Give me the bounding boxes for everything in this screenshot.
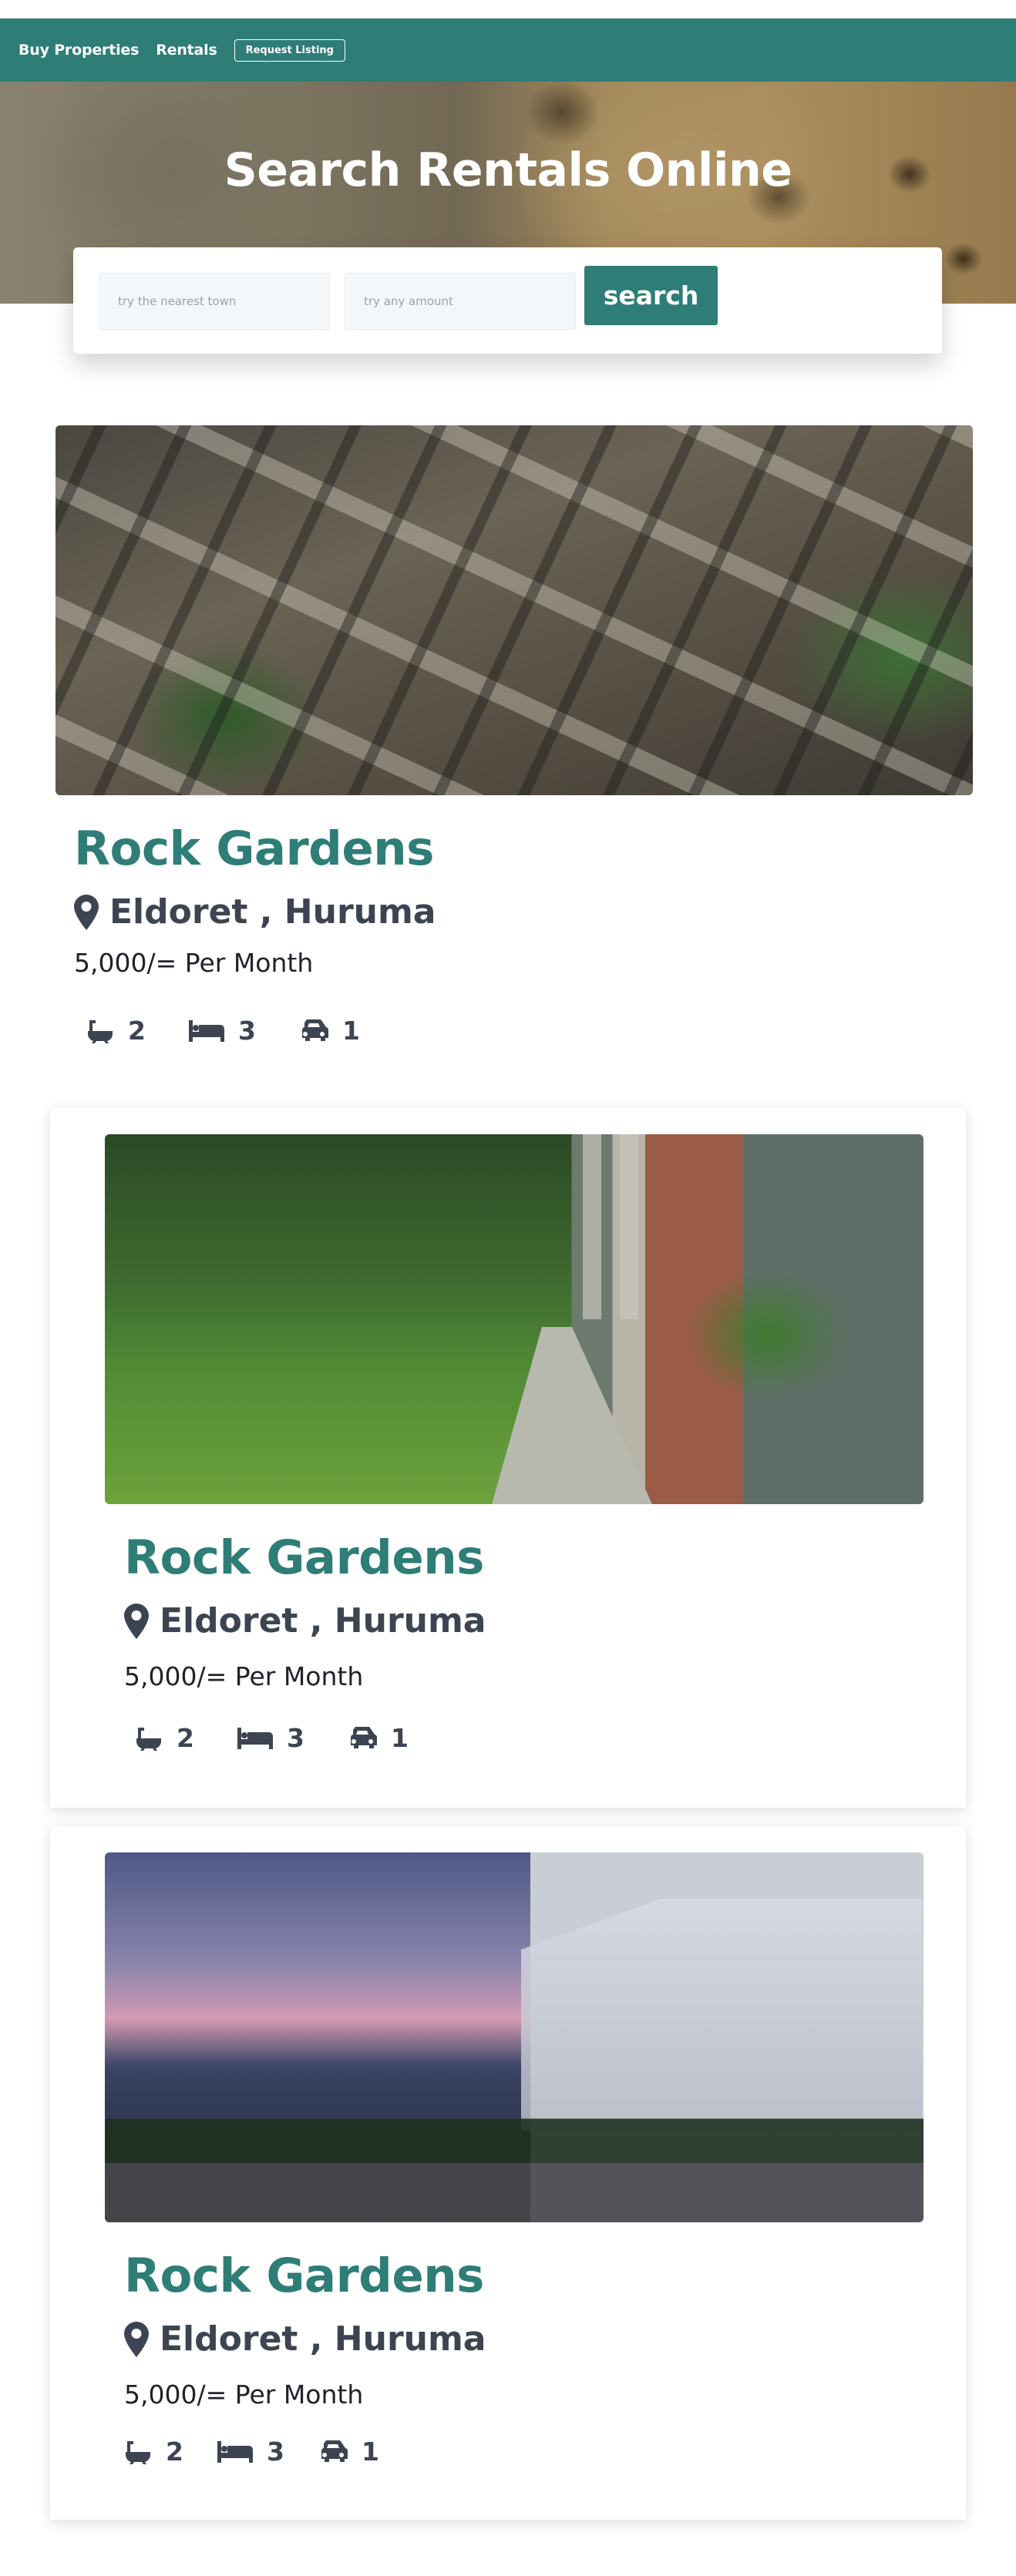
parking-count: 1 [341, 1016, 360, 1046]
listing-title[interactable]: Rock Gardens [124, 1530, 484, 1585]
amount-search-input[interactable] [345, 273, 576, 330]
listing-card[interactable]: Rock Gardens Eldoret , Huruma 5,000/= Pe… [50, 1826, 966, 2520]
beds-count: 3 [237, 1016, 256, 1046]
parking-count: 1 [361, 2437, 379, 2467]
listing-card[interactable]: Rock Gardens Eldoret , Huruma 5,000/= Pe… [50, 1108, 966, 1808]
baths-amenity: 2 [135, 1723, 194, 1753]
nav-rentals[interactable]: Rentals [156, 42, 217, 59]
car-icon [350, 1726, 377, 1748]
listing-image[interactable] [105, 1852, 923, 2222]
parking-count: 1 [390, 1723, 409, 1753]
request-listing-button[interactable]: Request Listing [234, 39, 345, 62]
location-text: Eldoret , Huruma [160, 2319, 486, 2359]
location-text: Eldoret , Huruma [109, 892, 436, 932]
search-card: search [73, 247, 942, 354]
amenities-row: 2 3 1 [135, 1723, 452, 1753]
garden-path-shape [492, 1327, 652, 1504]
listing-location: Eldoret , Huruma [74, 892, 436, 932]
beds-amenity: 3 [188, 1016, 256, 1046]
bed-icon [217, 2440, 253, 2463]
bath-icon [126, 2440, 150, 2464]
beds-count: 3 [286, 1723, 304, 1753]
bath-icon [88, 1019, 113, 1043]
baths-amenity: 2 [124, 2437, 183, 2467]
baths-count: 2 [177, 1723, 194, 1753]
parking-amenity: 1 [318, 2437, 379, 2467]
car-icon [321, 2440, 348, 2462]
listing-card[interactable]: Rock Gardens Eldoret , Huruma 5,000/= Pe… [31, 399, 987, 1077]
navbar: Buy Properties Rentals Request Listing [0, 18, 1016, 82]
listing-title[interactable]: Rock Gardens [74, 821, 434, 876]
listing-image[interactable] [56, 425, 973, 795]
listing-title[interactable]: Rock Gardens [124, 2249, 484, 2303]
parking-amenity: 1 [348, 1723, 409, 1753]
listing-location: Eldoret , Huruma [124, 1601, 486, 1641]
baths-count: 2 [166, 2437, 183, 2467]
house-pillars-shape [583, 1134, 675, 1319]
parking-amenity: 1 [299, 1016, 360, 1046]
listing-price: 5,000/= Per Month [124, 2380, 364, 2410]
listing-price: 5,000/= Per Month [74, 948, 314, 978]
street-overlay [105, 1852, 923, 2222]
top-strip [0, 0, 1016, 18]
map-marker-icon [124, 1603, 149, 1639]
amenities-row: 2 3 1 [86, 1016, 403, 1046]
map-marker-icon [124, 2321, 149, 2357]
baths-count: 2 [128, 1016, 146, 1046]
bed-icon [237, 1727, 273, 1749]
amenities-row: 2 3 1 [124, 2437, 422, 2467]
beds-amenity: 3 [217, 2437, 284, 2467]
nav-buy-properties[interactable]: Buy Properties [19, 42, 139, 59]
hero-title: Search Rentals Online [224, 143, 792, 197]
listing-price: 5,000/= Per Month [124, 1661, 364, 1691]
car-icon [301, 1019, 328, 1041]
search-button[interactable]: search [584, 266, 718, 325]
bed-icon [188, 1019, 224, 1042]
baths-amenity: 2 [86, 1016, 146, 1046]
beds-amenity: 3 [237, 1723, 304, 1753]
bath-icon [136, 1727, 161, 1751]
map-marker-icon [74, 894, 99, 930]
beds-count: 3 [266, 2437, 284, 2467]
listing-image[interactable] [105, 1134, 923, 1504]
listing-location: Eldoret , Huruma [124, 2319, 486, 2359]
location-text: Eldoret , Huruma [160, 1601, 486, 1641]
town-search-input[interactable] [99, 273, 330, 330]
